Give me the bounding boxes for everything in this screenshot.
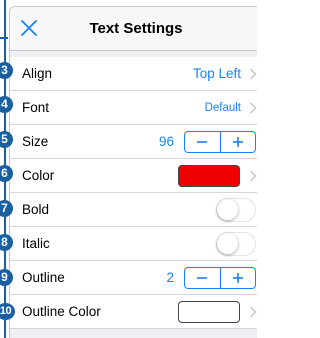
close-button[interactable] [18,17,40,39]
outline-color-label: Outline Color [22,304,101,319]
text-settings-panel: Text Settings Align Top Left Font Defaul… [9,6,257,338]
size-row: Size 96 [10,125,257,159]
close-x-icon [21,20,37,36]
align-label: Align [22,66,53,81]
outline-label: Outline [22,270,65,285]
outline-color-swatch[interactable] [178,301,240,323]
italic-row: Italic [10,227,257,261]
size-label: Size [22,134,49,149]
minus-icon [197,277,208,279]
italic-toggle[interactable] [216,232,256,256]
chevron-right-icon [249,306,257,318]
panel-header: Text Settings [10,7,257,51]
minus-icon [197,141,208,143]
align-value[interactable]: Top Left [193,57,241,91]
color-row[interactable]: Color [10,159,257,193]
outline-increment-button[interactable] [219,268,256,288]
bold-label: Bold [22,202,50,217]
color-swatch[interactable] [178,165,240,187]
chevron-right-icon [249,68,257,80]
toggle-knob [217,233,238,254]
font-value[interactable]: Default [205,91,241,125]
font-row[interactable]: Font Default [10,91,257,125]
settings-list: Align Top Left Font Default Size 96 Colo… [10,57,257,329]
chevron-right-icon [249,102,257,114]
outline-stepper [184,267,256,289]
panel-title: Text Settings [89,20,183,37]
align-row[interactable]: Align Top Left [10,57,257,91]
size-stepper [184,131,256,153]
guide-tick [0,37,8,39]
plus-icon [232,137,243,147]
size-decrement-button[interactable] [185,132,220,152]
font-label: Font [22,100,50,115]
outline-color-row[interactable]: Outline Color [10,295,257,329]
chevron-right-icon [249,170,257,182]
outline-value: 2 [166,270,174,285]
outline-decrement-button[interactable] [185,268,220,288]
bold-row: Bold [10,193,257,227]
size-increment-button[interactable] [219,132,256,152]
color-label: Color [22,168,55,183]
outline-row: Outline 2 [10,261,257,295]
size-value: 96 [158,134,174,149]
plus-icon [232,273,243,283]
italic-label: Italic [22,236,50,251]
screenshot-stage: Text Settings Align Top Left Font Defaul… [0,0,257,338]
toggle-knob [217,199,238,220]
bold-toggle[interactable] [216,198,256,222]
